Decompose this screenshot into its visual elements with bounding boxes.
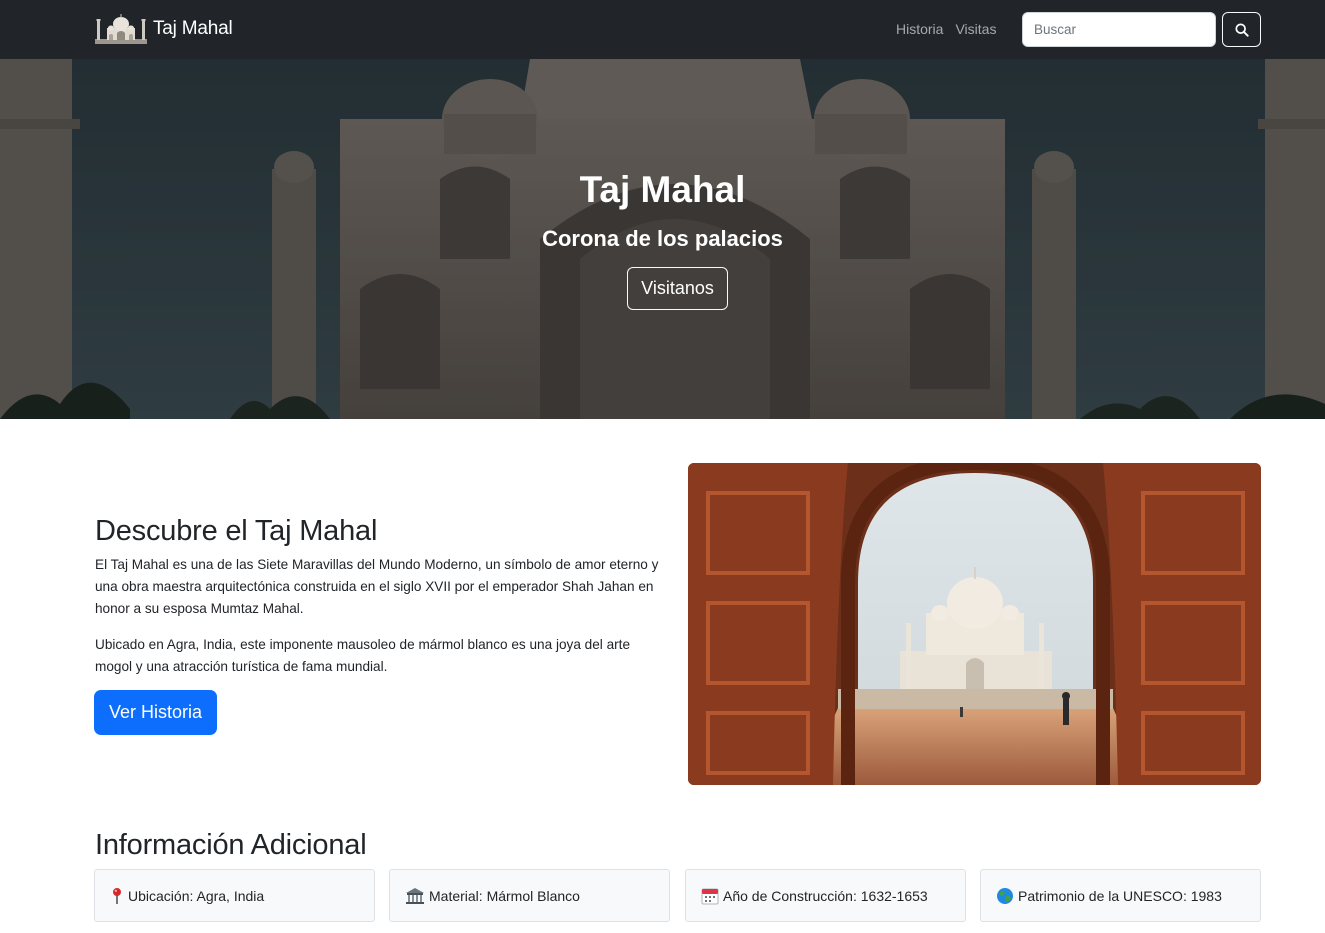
navbar: Taj Mahal Historia Visitas (0, 0, 1325, 59)
taj-mahal-photo (688, 463, 1261, 785)
brand-link[interactable]: Taj Mahal (95, 14, 233, 44)
hero-subtitle: Corona de los palacios (542, 226, 783, 251)
brand-name: Taj Mahal (153, 18, 233, 39)
taj-mahal-logo-icon (95, 14, 147, 44)
info-card-text: Patrimonio de la UNESCO: 1983 (1018, 887, 1222, 904)
nav-links: Historia Visitas (896, 21, 996, 37)
search-icon (1234, 22, 1249, 37)
hero-banner: Taj Mahal Corona de los palacios Visitan… (0, 59, 1325, 419)
pin-icon (113, 887, 121, 904)
info-card-location: Ubicación: Agra, India (94, 869, 375, 922)
info-card-unesco: Patrimonio de la UNESCO: 1983 (980, 869, 1261, 922)
info-card-text: Material: Mármol Blanco (429, 887, 580, 904)
hero-title: Taj Mahal (579, 169, 746, 210)
search-input[interactable] (1022, 12, 1216, 47)
museum-icon (406, 887, 424, 904)
info-card-text: Ubicación: Agra, India (128, 887, 265, 904)
discover-paragraph-1: El Taj Mahal es una de las Siete Maravil… (95, 557, 659, 616)
discover-paragraph-2: Ubicado en Agra, India, este imponente m… (95, 637, 631, 674)
view-history-button[interactable]: Ver Historia (94, 690, 217, 735)
globe-icon (997, 887, 1013, 904)
info-card-material: Material: Mármol Blanco (389, 869, 670, 922)
info-title: Información Adicional (95, 829, 367, 861)
nav-link-historia[interactable]: Historia (896, 21, 943, 37)
visit-us-button[interactable]: Visitanos (627, 267, 728, 310)
info-card-construction-year: Año de Construcción: 1632-1653 (685, 869, 966, 922)
calendar-icon (701, 888, 719, 904)
nav-link-visitas[interactable]: Visitas (955, 21, 996, 37)
info-card-text: Año de Construcción: 1632-1653 (723, 887, 928, 904)
discover-title: Descubre el Taj Mahal (95, 515, 378, 547)
search-button[interactable] (1222, 12, 1261, 47)
